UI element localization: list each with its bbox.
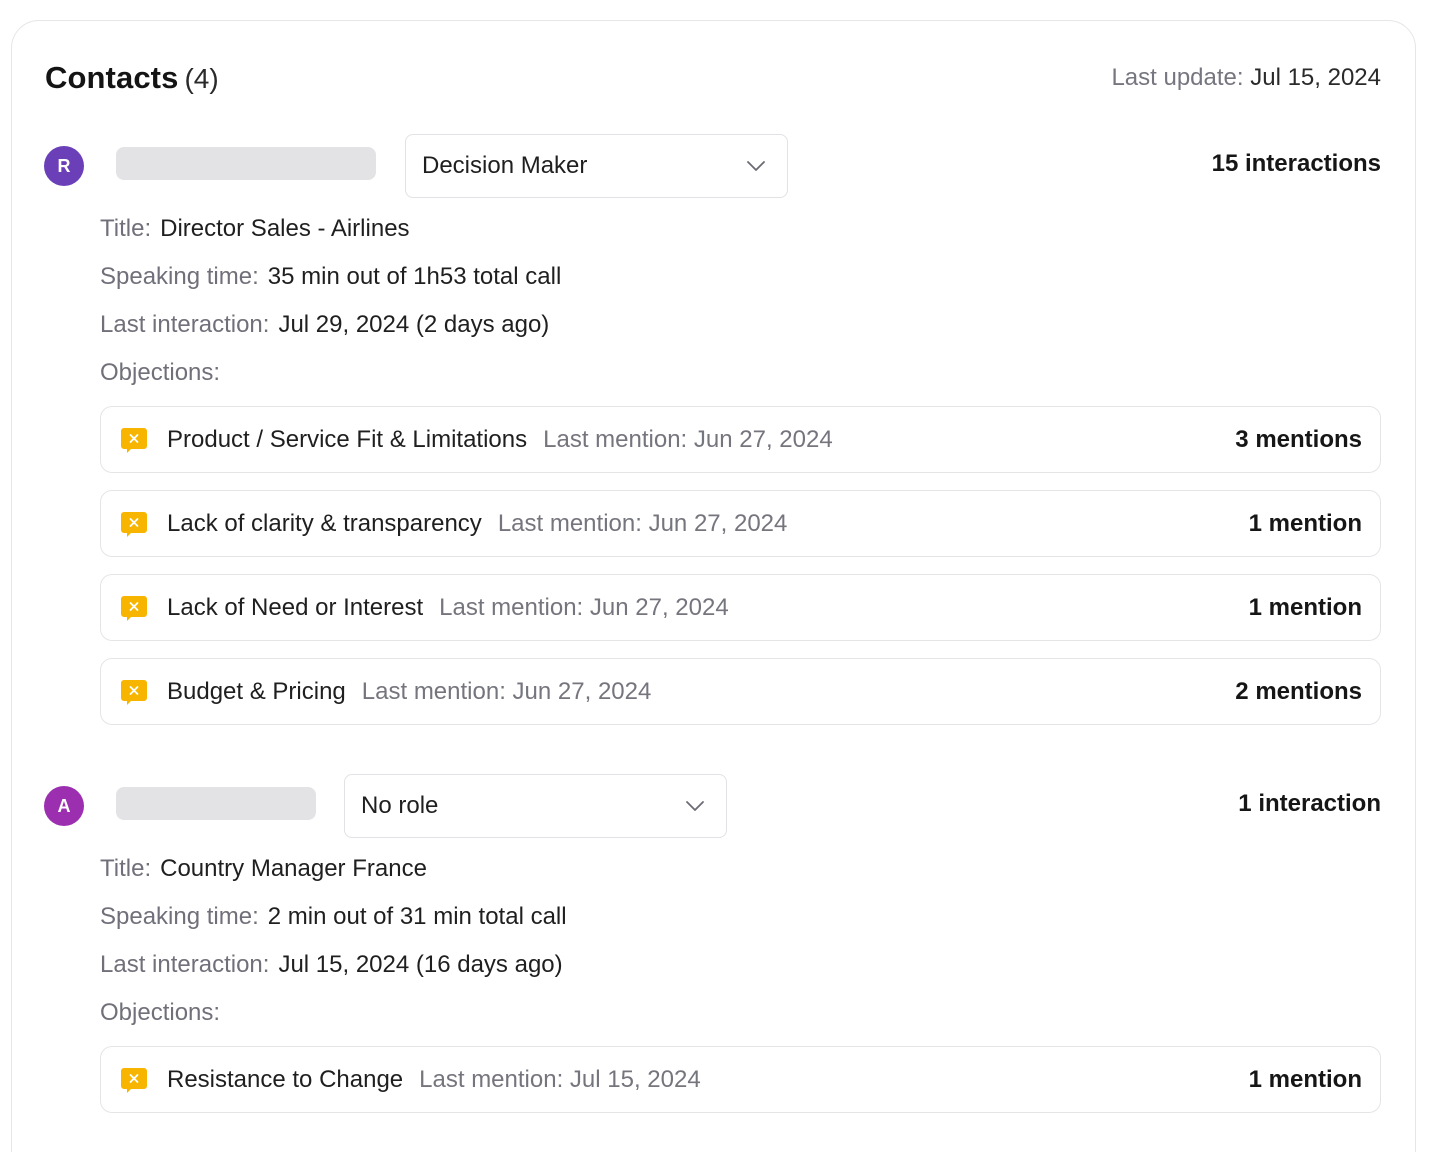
last-interaction-line: Last interaction: Jul 29, 2024 (2 days a… [100,301,561,349]
last-update-label: Last update: [1111,64,1244,91]
last-mention-date: Jun 27, 2024 [589,593,729,621]
objections-heading-line: Objections: [100,349,561,397]
role-select[interactable]: Decision Maker [405,134,788,198]
title-label: Title: [100,215,152,242]
last-mention-date: Jun 27, 2024 [648,509,788,537]
role-select[interactable]: No role [344,774,727,838]
contact-name-redacted [116,147,376,180]
contact-title-line: Title: Director Sales - Airlines [100,205,561,253]
objection-last-mention: Last mention: Jun 27, 2024 [439,594,729,622]
last-update-value: Jul 15, 2024 [1250,64,1381,91]
role-select-value: No role [361,792,439,819]
contact-details: Title: Director Sales - Airlines Speakin… [100,205,561,397]
last-interaction-value: Jul 15, 2024 (16 days ago) [278,951,563,978]
interactions-count: 1 interaction [1238,790,1381,817]
speaking-time-label: Speaking time: [100,903,259,930]
title-value: Country Manager France [160,855,427,882]
objection-x-bubble-icon [121,679,147,705]
objection-item[interactable]: Budget & Pricing Last mention: Jun 27, 2… [100,658,1381,725]
objections-label: Objections: [100,999,221,1026]
last-mention-label: Last mention: [543,425,688,453]
last-mention-date: Jun 27, 2024 [512,677,652,705]
objections-heading-line: Objections: [100,989,567,1037]
contact-summary-row: R Decision Maker 15 interactions [44,134,1381,198]
speaking-time-label: Speaking time: [100,263,259,290]
contact-summary-row: A No role 1 interaction [44,774,1381,838]
title-value: Director Sales - Airlines [160,215,410,242]
contacts-count: (4) [184,63,219,94]
title-label: Title: [100,855,152,882]
objection-name: Budget & Pricing [167,677,346,705]
contact-name-redacted [116,787,316,820]
objection-mentions: 2 mentions [1235,677,1362,705]
avatar: A [44,786,84,826]
last-interaction-label: Last interaction: [100,311,270,338]
last-interaction-value: Jul 29, 2024 (2 days ago) [278,311,550,338]
contact-details: Title: Country Manager France Speaking t… [100,845,567,1037]
section-title-text: Contacts [45,60,179,95]
avatar-initial: A [57,795,71,816]
contacts-header: Contacts (4) Last update: Jul 15, 2024 [45,58,1381,98]
objection-mentions: 3 mentions [1235,425,1362,453]
last-update: Last update: Jul 15, 2024 [1111,64,1381,92]
objection-x-bubble-icon [121,511,147,537]
objection-x-bubble-icon [121,595,147,621]
speaking-time-value: 2 min out of 31 min total call [267,903,567,930]
interactions-count: 15 interactions [1211,150,1381,177]
objection-item[interactable]: Product / Service Fit & Limitations Last… [100,406,1381,473]
chevron-down-icon [745,155,767,177]
objection-mentions: 1 mention [1248,593,1362,621]
last-mention-label: Last mention: [361,677,506,705]
speaking-time-value: 35 min out of 1h53 total call [267,263,562,290]
last-mention-date: Jul 15, 2024 [569,1065,701,1093]
objection-x-bubble-icon [121,427,147,453]
objection-name: Resistance to Change [167,1065,404,1093]
last-mention-label: Last mention: [439,593,584,621]
contact-title-line: Title: Country Manager France [100,845,567,893]
last-interaction-label: Last interaction: [100,951,270,978]
contact-item: R Decision Maker 15 interactions Title: … [44,134,1381,725]
last-mention-label: Last mention: [497,509,642,537]
last-interaction-line: Last interaction: Jul 15, 2024 (16 days … [100,941,567,989]
last-mention-date: Jun 27, 2024 [693,425,833,453]
last-mention-label: Last mention: [419,1065,564,1093]
objection-name: Lack of Need or Interest [167,593,424,621]
objection-mentions: 1 mention [1248,509,1362,537]
objection-item[interactable]: Lack of Need or Interest Last mention: J… [100,574,1381,641]
contact-item: A No role 1 interaction Title: Country M… [44,774,1381,1113]
speaking-time-line: Speaking time: 2 min out of 31 min total… [100,893,567,941]
chevron-down-icon [684,795,706,817]
avatar-initial: R [57,155,71,176]
objection-last-mention: Last mention: Jun 27, 2024 [543,426,833,454]
avatar: R [44,146,84,186]
objection-mentions: 1 mention [1248,1065,1362,1093]
objection-item[interactable]: Lack of clarity & transparency Last ment… [100,490,1381,557]
objection-item[interactable]: Resistance to Change Last mention: Jul 1… [100,1046,1381,1113]
role-select-value: Decision Maker [422,152,588,179]
objection-name: Product / Service Fit & Limitations [167,425,528,453]
objections-label: Objections: [100,359,221,386]
objection-name: Lack of clarity & transparency [167,509,482,537]
objection-last-mention: Last mention: Jul 15, 2024 [419,1066,701,1094]
objection-last-mention: Last mention: Jun 27, 2024 [498,510,788,538]
section-title: Contacts (4) [45,60,219,96]
speaking-time-line: Speaking time: 35 min out of 1h53 total … [100,253,561,301]
objection-x-bubble-icon [121,1067,147,1093]
objection-last-mention: Last mention: Jun 27, 2024 [362,678,652,706]
